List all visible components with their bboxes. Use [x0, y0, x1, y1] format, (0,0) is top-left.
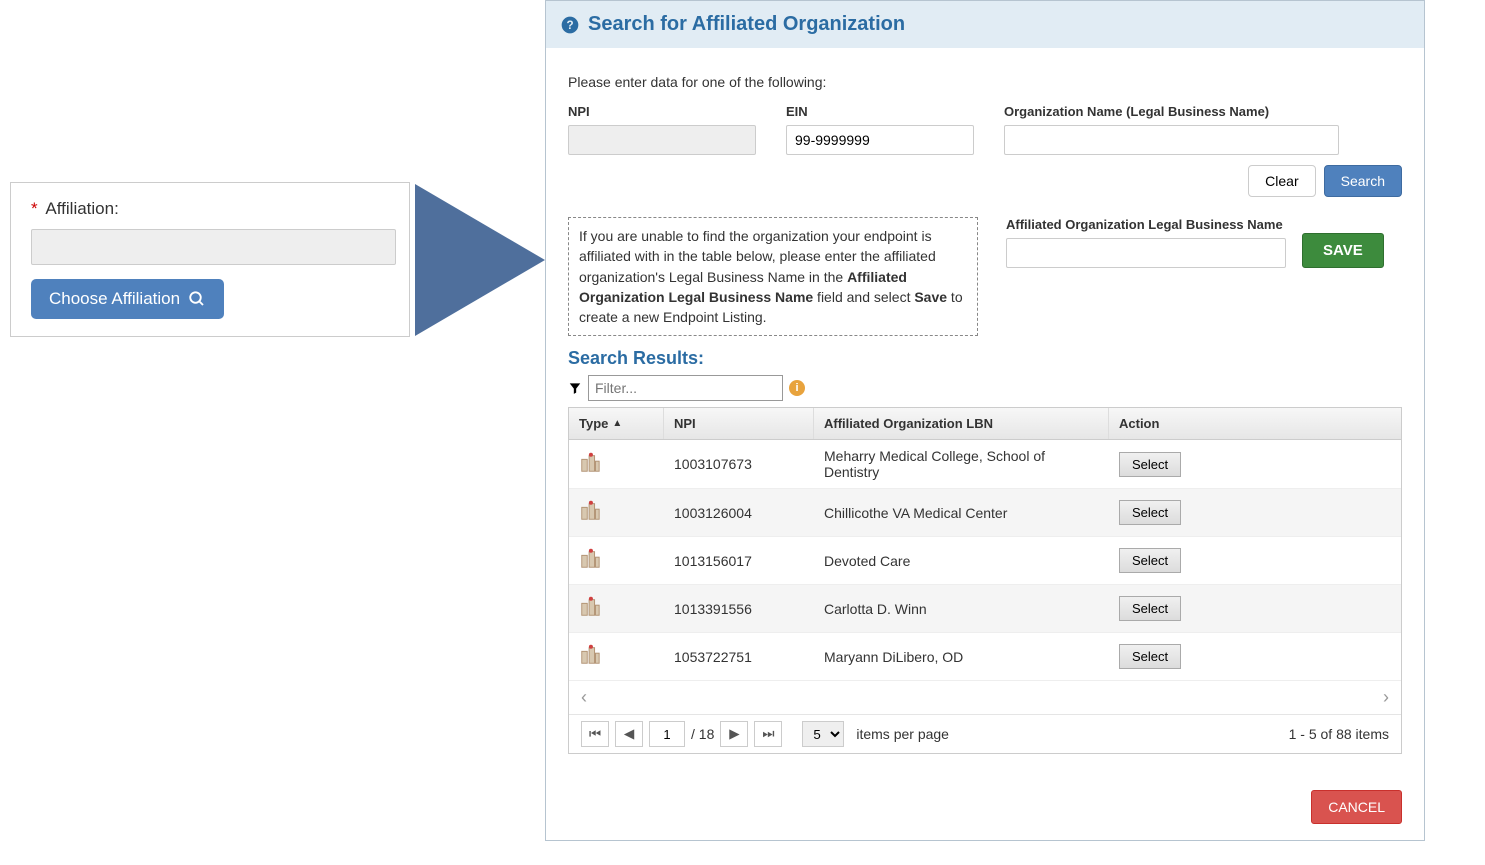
pager-prev-button[interactable]: ◀ — [615, 721, 643, 747]
search-button-row: Clear Search — [568, 165, 1402, 197]
cell-action: Select — [1109, 492, 1401, 533]
note-box: If you are unable to find the organizati… — [568, 217, 978, 336]
select-button[interactable]: Select — [1119, 548, 1181, 573]
pager-ipp-label: items per page — [856, 726, 949, 742]
org-name-field: Organization Name (Legal Business Name) — [1004, 104, 1339, 155]
affiliation-label-text: Affiliation: — [45, 199, 118, 218]
cell-type — [569, 636, 664, 677]
cell-type — [569, 492, 664, 533]
arrow-pointer — [415, 184, 545, 339]
panel-body: Please enter data for one of the followi… — [546, 48, 1424, 770]
cell-npi: 1003107673 — [664, 448, 814, 480]
horizontal-scroll-nav: ‹ › — [569, 681, 1401, 714]
cell-lbn: Chillicothe VA Medical Center — [814, 497, 1109, 529]
col-header-type[interactable]: Type ▲ — [569, 408, 664, 439]
svg-text:?: ? — [566, 19, 573, 32]
org-icon — [579, 644, 601, 666]
search-affiliation-panel: ? Search for Affiliated Organization Ple… — [545, 0, 1425, 841]
aff-name-block: Affiliated Organization Legal Business N… — [1006, 217, 1384, 268]
cell-type — [569, 444, 664, 485]
org-name-input[interactable] — [1004, 125, 1339, 155]
cell-lbn: Carlotta D. Winn — [814, 593, 1109, 625]
table-body[interactable]: 1003107673Meharry Medical College, Schoo… — [569, 440, 1401, 681]
cancel-button[interactable]: CANCEL — [1311, 790, 1402, 824]
filter-icon — [568, 381, 582, 395]
scroll-left-icon[interactable]: ‹ — [581, 687, 587, 708]
table-row: 1053722751Maryann DiLibero, OD Select — [569, 633, 1401, 681]
search-icon — [188, 290, 206, 308]
help-icon: ? — [560, 15, 580, 35]
search-fields: NPI EIN Organization Name (Legal Busines… — [568, 104, 1402, 155]
org-icon — [579, 500, 601, 522]
table-row: 1013391556Carlotta D. Winn Select — [569, 585, 1401, 633]
ein-input[interactable] — [786, 125, 974, 155]
instruction-text: Please enter data for one of the followi… — [568, 74, 1402, 90]
panel-footer: CANCEL — [546, 770, 1424, 840]
scroll-right-icon[interactable]: › — [1383, 687, 1389, 708]
filter-input[interactable] — [588, 375, 783, 401]
clear-button[interactable]: Clear — [1248, 165, 1315, 197]
filter-row: i — [568, 375, 1402, 401]
pager-first-button[interactable]: ⏮ — [581, 721, 609, 747]
search-results-heading: Search Results: — [568, 348, 1402, 369]
table-row: 1003126004Chillicothe VA Medical Center S… — [569, 489, 1401, 537]
pager-pagesize-select[interactable]: 5 — [802, 721, 844, 747]
cell-npi: 1003126004 — [664, 497, 814, 529]
cell-npi: 1013156017 — [664, 545, 814, 577]
cell-lbn: Maryann DiLibero, OD — [814, 641, 1109, 673]
ein-label: EIN — [786, 104, 974, 119]
col-header-lbn[interactable]: Affiliated Organization LBN — [814, 408, 1109, 439]
ein-field: EIN — [786, 104, 974, 155]
table-header-row: Type ▲ NPI Affiliated Organization LBN A… — [569, 408, 1401, 440]
pager-countinfo: 1 - 5 of 88 items — [1289, 726, 1389, 742]
affiliation-input[interactable] — [31, 229, 396, 265]
cell-lbn: Devoted Care — [814, 545, 1109, 577]
cell-action: Select — [1109, 588, 1401, 629]
pager-total: / 18 — [691, 726, 714, 742]
choose-affiliation-button[interactable]: Choose Affiliation — [31, 279, 224, 319]
aff-name-field: Affiliated Organization Legal Business N… — [1006, 217, 1286, 268]
save-button[interactable]: SAVE — [1302, 233, 1384, 268]
cell-action: Select — [1109, 540, 1401, 581]
cell-lbn: Meharry Medical College, School of Denti… — [814, 440, 1109, 488]
org-icon — [579, 548, 601, 570]
cell-npi: 1013391556 — [664, 593, 814, 625]
col-header-action[interactable]: Action — [1109, 408, 1401, 439]
affiliation-card: * Affiliation: Choose Affiliation — [10, 182, 410, 337]
affiliation-label: * Affiliation: — [31, 199, 389, 219]
org-icon — [579, 452, 601, 474]
info-icon[interactable]: i — [789, 380, 805, 396]
select-button[interactable]: Select — [1119, 452, 1181, 477]
table-row: 1003107673Meharry Medical College, Schoo… — [569, 440, 1401, 489]
npi-field: NPI — [568, 104, 756, 155]
select-button[interactable]: Select — [1119, 500, 1181, 525]
cell-npi: 1053722751 — [664, 641, 814, 673]
aff-name-label: Affiliated Organization Legal Business N… — [1006, 217, 1286, 232]
cell-type — [569, 588, 664, 629]
search-button[interactable]: Search — [1324, 165, 1402, 197]
npi-label: NPI — [568, 104, 756, 119]
pager-last-button[interactable]: ⏭ — [754, 721, 782, 747]
choose-affiliation-label: Choose Affiliation — [49, 289, 180, 309]
cell-action: Select — [1109, 636, 1401, 677]
org-name-label: Organization Name (Legal Business Name) — [1004, 104, 1339, 119]
required-asterisk: * — [31, 199, 38, 218]
pager-next-button[interactable]: ▶ — [720, 721, 748, 747]
cell-action: Select — [1109, 444, 1401, 485]
panel-title: Search for Affiliated Organization — [588, 13, 905, 36]
panel-header: ? Search for Affiliated Organization — [546, 1, 1424, 48]
aff-name-input[interactable] — [1006, 238, 1286, 268]
select-button[interactable]: Select — [1119, 596, 1181, 621]
pager: ⏮ ◀ / 18 ▶ ⏭ 5 items per page 1 - 5 of 8… — [569, 714, 1401, 753]
select-button[interactable]: Select — [1119, 644, 1181, 669]
lower-row: If you are unable to find the organizati… — [568, 217, 1402, 336]
pager-current-input[interactable] — [649, 721, 685, 747]
npi-input[interactable] — [568, 125, 756, 155]
cell-type — [569, 540, 664, 581]
results-table: Type ▲ NPI Affiliated Organization LBN A… — [568, 407, 1402, 754]
col-header-npi[interactable]: NPI — [664, 408, 814, 439]
sort-asc-icon: ▲ — [612, 418, 622, 429]
table-row: 1013156017Devoted Care Select — [569, 537, 1401, 585]
org-icon — [579, 596, 601, 618]
